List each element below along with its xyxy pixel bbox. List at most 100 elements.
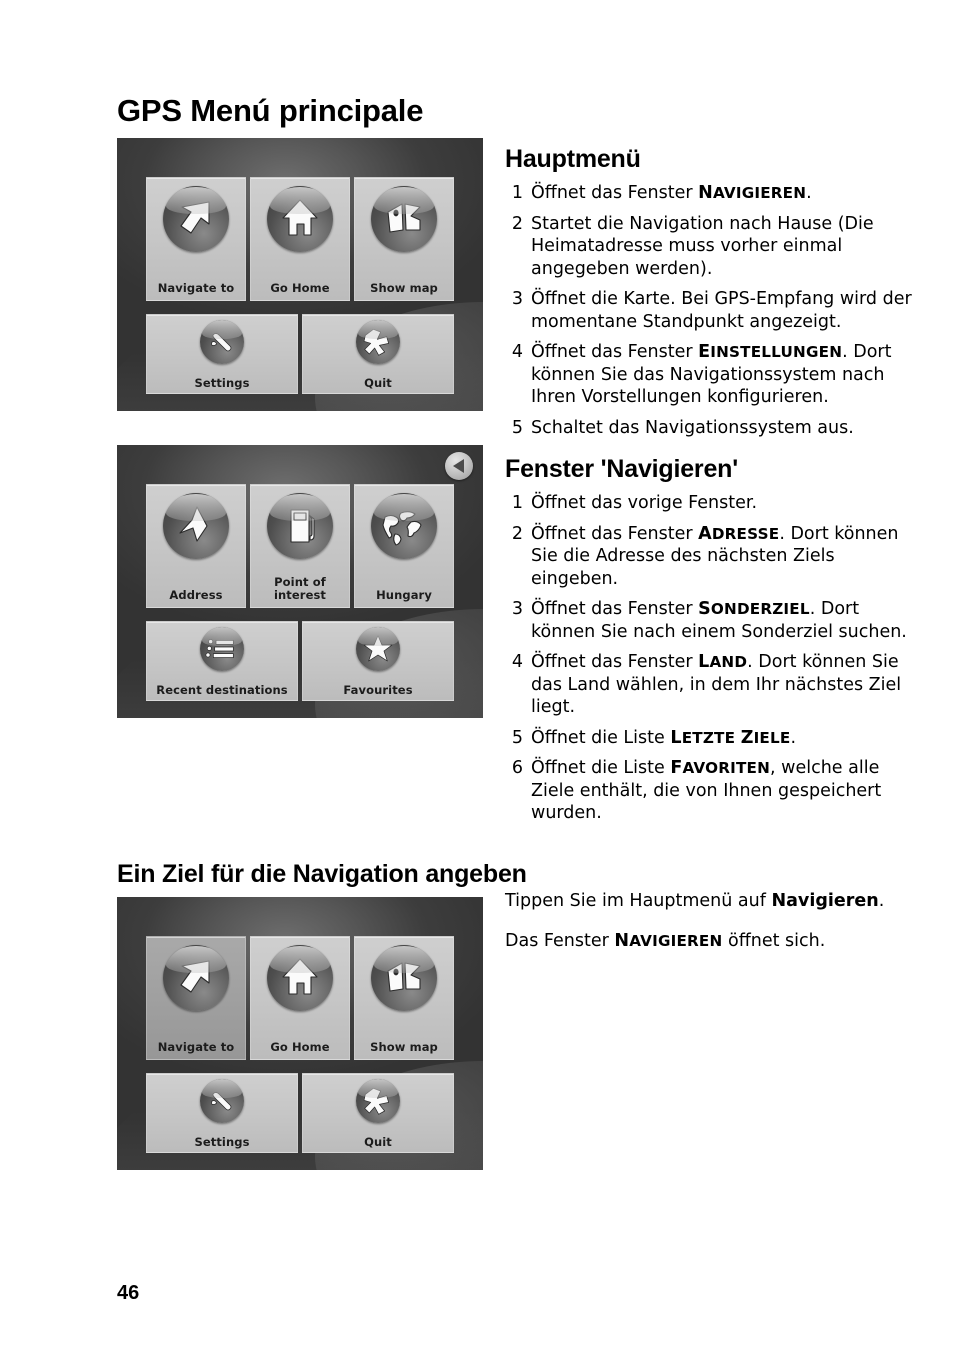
back-arrow-triangle — [453, 459, 464, 473]
step-text: Öffnet die Karte. Bei GPS-Empfang wird d… — [531, 289, 912, 332]
device-tile-show-map[interactable]: Show map — [354, 936, 454, 1060]
star-icon — [356, 627, 400, 671]
device-row-bottom: Settings Quit — [146, 314, 454, 394]
fuel-pump-icon — [267, 493, 333, 559]
step-text: Öffnet die Liste FAVORITEN, welche alle … — [531, 758, 882, 823]
cross-icon — [356, 1079, 400, 1123]
device-tile-label: Go Home — [270, 1039, 330, 1054]
device-tile-label: Quit — [364, 375, 392, 390]
device-tile-label: Show map — [370, 1039, 438, 1054]
document-page: GPS Menú principale Navigate to Go Home — [0, 0, 954, 1355]
device-button-grid: Navigate to Go Home Show map Settings Qu… — [117, 138, 483, 411]
device-button-grid: Navigate to Go Home Show map Settings Qu… — [117, 897, 483, 1170]
step-text: Öffnet das vorige Fenster. — [531, 493, 758, 513]
device-tile-favourites[interactable]: Favourites — [302, 621, 454, 701]
step-text: Öffnet die Liste LETZTE ZIELE. — [531, 727, 797, 748]
device-tile-navigate-to[interactable]: Navigate to — [146, 177, 246, 301]
device-row-bottom: Settings Quit — [146, 1073, 454, 1153]
device-tile-label: Navigate to — [157, 280, 235, 295]
flag-icon — [163, 493, 229, 559]
smallcaps-term: ADRESSE — [698, 523, 780, 544]
step-number: 3 — [511, 289, 523, 309]
step-item: 1 Öffnet das Fenster NAVIGIEREN. — [505, 182, 925, 205]
section-heading: Hauptmenü — [505, 145, 641, 173]
section-hauptmenu: Hauptmenü 1 Öffnet das Fenster NAVIGIEREN… — [505, 145, 925, 447]
device-tile-label: Favourites — [343, 682, 413, 697]
step-item: 5 Schaltet das Navigationssystem aus. — [505, 417, 925, 440]
map-icon — [371, 945, 437, 1011]
step-item: 3 Öffnet die Karte. Bei GPS-Empfang wird … — [505, 288, 925, 333]
device-tile-label: Go Home — [270, 280, 330, 295]
step-text: Öffnet das Fenster SONDERZIEL. Dort könn… — [531, 599, 907, 642]
house-icon — [267, 945, 333, 1011]
step-item: 2 Startet die Navigation nach Hause (Die … — [505, 213, 925, 281]
section-heading: Fenster 'Navigieren' — [505, 455, 738, 483]
bold-term: Navigieren — [771, 891, 879, 911]
step-text: Öffnet das Fenster EINSTELLUNGEN. Dort k… — [531, 342, 892, 407]
smallcaps-term: LAND — [698, 652, 748, 672]
device-row-top: Navigate to Go Home Show map — [146, 177, 454, 301]
screenshot-main-menu: Navigate to Go Home Show map Settings Qu… — [117, 138, 483, 411]
device-tile-go-home[interactable]: Go Home — [250, 936, 350, 1060]
step-number: 5 — [511, 727, 523, 748]
step-text: Öffnet das Fenster ADRESSE. Dort können … — [531, 523, 899, 589]
device-tile-navigate-to[interactable]: Navigate to — [146, 936, 246, 1060]
device-tile-show-map[interactable]: Show map — [354, 177, 454, 301]
section-ziel-text: Tippen Sie im Hauptmenü auf Navigieren. D… — [505, 890, 935, 969]
device-tile-recent-destinations[interactable]: Recent destinations — [146, 621, 298, 701]
paragraph: Tippen Sie im Hauptmenü auf Navigieren. — [505, 891, 885, 911]
step-number: 2 — [511, 523, 523, 544]
device-tile-hungary[interactable]: Hungary — [354, 484, 454, 608]
step-number: 5 — [511, 417, 523, 438]
screenshot-main-menu-pressed: Navigate to Go Home Show map Settings Qu… — [117, 897, 483, 1170]
step-item: 1 Öffnet das vorige Fenster. — [505, 492, 925, 515]
device-tile-label: Hungary — [376, 587, 432, 602]
smallcaps-term: NAVIGIEREN — [614, 930, 723, 951]
device-tile-label: Recent destinations — [156, 682, 288, 697]
section-heading-ziel: Ein Ziel für die Navigation angeben — [117, 860, 527, 888]
device-tile-label: Point of interest — [273, 575, 327, 602]
device-tile-label: Address — [169, 587, 223, 602]
step-item: 3 Öffnet das Fenster SONDERZIEL. Dort kön… — [505, 598, 925, 643]
smallcaps-term: EINSTELLUNGEN — [698, 342, 843, 362]
smallcaps-term: NAVIGIEREN — [698, 183, 807, 203]
globe-icon — [371, 493, 437, 559]
step-number: 1 — [511, 183, 523, 203]
device-tile-label: Settings — [194, 1134, 250, 1149]
step-item: 4 Öffnet das Fenster EINSTELLUNGEN. Dort … — [505, 341, 925, 409]
device-tile-go-home[interactable]: Go Home — [250, 177, 350, 301]
step-item: 4 Öffnet das Fenster LAND. Dort können Si… — [505, 651, 925, 719]
arrow-up-right-icon — [163, 945, 229, 1011]
device-tile-quit[interactable]: Quit — [302, 314, 454, 394]
house-icon — [267, 186, 333, 252]
device-tile-settings[interactable]: Settings — [146, 1073, 298, 1153]
back-arrow-icon[interactable] — [445, 452, 473, 480]
page-number: 46 — [117, 1282, 140, 1304]
paragraph: Das Fenster NAVIGIEREN öffnet sich. — [505, 930, 826, 951]
page-title: GPS Menú principale — [117, 93, 424, 128]
step-text: Startet die Navigation nach Hause (Die H… — [531, 213, 874, 279]
smallcaps-term: FAVORITEN — [670, 758, 771, 778]
smallcaps-term: SONDERZIEL — [698, 599, 810, 619]
step-item: 6 Öffnet die Liste FAVORITEN, welche alle… — [505, 757, 925, 825]
device-button-grid: Address Point of interest Hungary Recent… — [117, 445, 483, 718]
section-navigieren: Fenster 'Navigieren' 1 Öffnet das vorige … — [505, 455, 925, 833]
cross-icon — [356, 320, 400, 364]
step-number: 6 — [511, 758, 523, 778]
step-number: 2 — [511, 213, 523, 234]
device-tile-point-of-interest[interactable]: Point of interest — [250, 484, 350, 608]
step-number: 4 — [511, 342, 523, 362]
step-text: Schaltet das Navigationssystem aus. — [531, 417, 854, 438]
step-text: Öffnet das Fenster NAVIGIEREN. — [531, 183, 812, 203]
list-icon — [200, 627, 244, 671]
wrench-icon — [200, 1079, 244, 1123]
step-text: Öffnet das Fenster LAND. Dort können Sie… — [531, 652, 902, 717]
device-tile-quit[interactable]: Quit — [302, 1073, 454, 1153]
device-tile-settings[interactable]: Settings — [146, 314, 298, 394]
device-row-bottom: Recent destinations Favourites — [146, 621, 454, 701]
device-tile-address[interactable]: Address — [146, 484, 246, 608]
screenshot-navigate-menu: Address Point of interest Hungary Recent… — [117, 445, 483, 718]
device-tile-label: Settings — [194, 375, 250, 390]
smallcaps-term: LETZTE ZIELE — [670, 727, 791, 748]
step-number: 3 — [511, 599, 523, 619]
